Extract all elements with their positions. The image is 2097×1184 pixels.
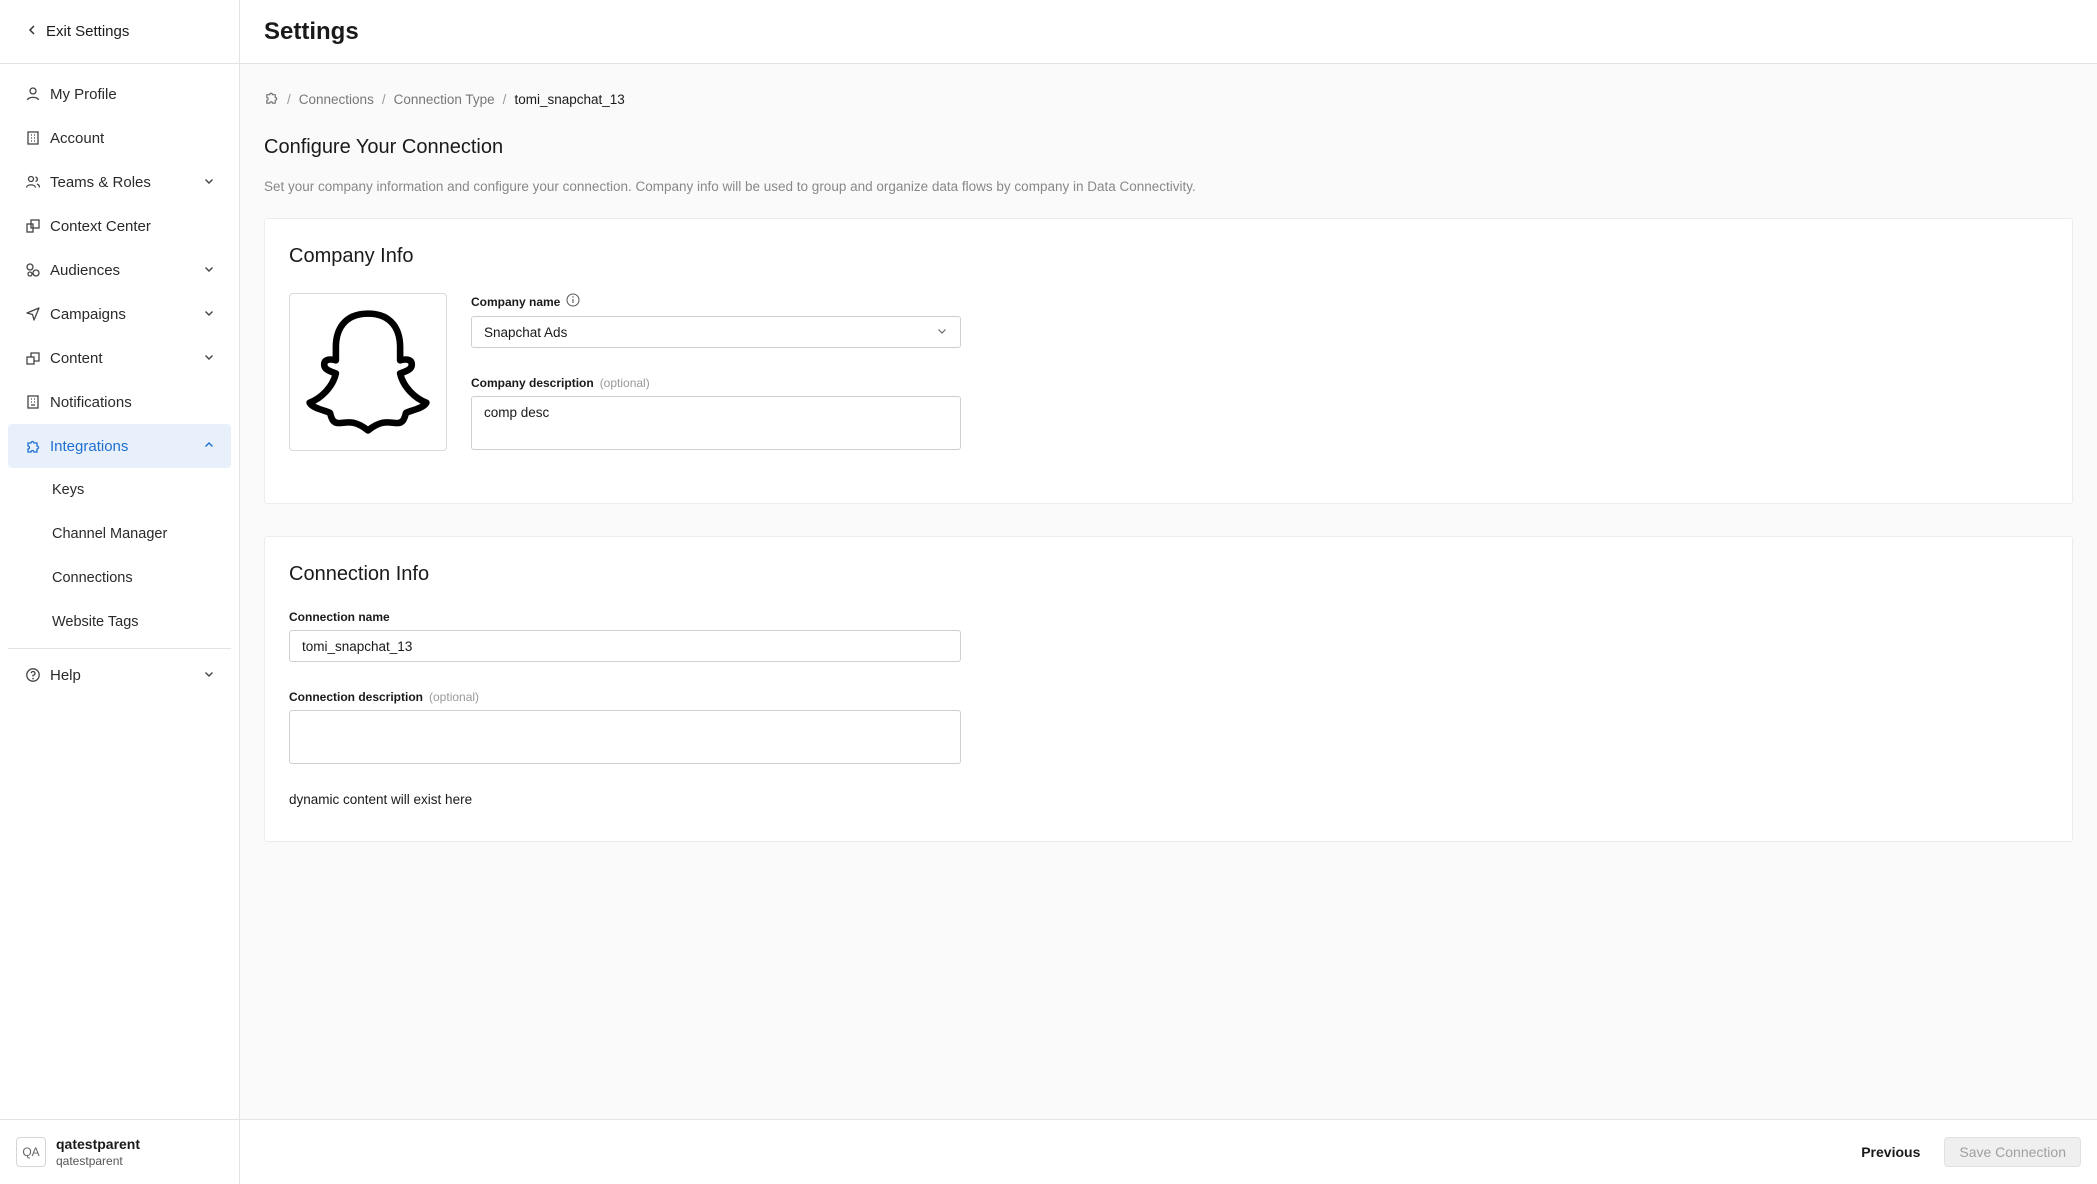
integrations-icon[interactable] (264, 90, 279, 108)
breadcrumb-separator: / (502, 91, 507, 107)
sidebar-subitem-channel-manager[interactable]: Channel Manager (0, 512, 239, 556)
exit-settings-label: Exit Settings (46, 23, 130, 40)
sidebar-item-account[interactable]: Account (8, 116, 231, 160)
company-name-label: Company name (471, 293, 961, 310)
sidebar-item-label: Audiences (50, 261, 121, 279)
dynamic-content-note: dynamic content will exist here (289, 792, 473, 807)
breadcrumb-link-connection-type[interactable]: Connection Type (394, 92, 495, 107)
connection-description-label-text: Connection description (289, 690, 424, 704)
chevron-down-icon (203, 306, 215, 323)
sidebar-item-audiences[interactable]: Audiences (8, 248, 231, 292)
sidebar-subitem-label: Channel Manager (52, 526, 168, 542)
sidebar: Exit Settings My Profile Account Teams &… (0, 0, 240, 1184)
sidebar-item-label: Notifications (50, 393, 132, 411)
chevron-down-icon (203, 350, 215, 367)
sidebar-subitem-label: Keys (52, 482, 85, 498)
sidebar-item-label: Context Center (50, 217, 151, 235)
exit-settings-button[interactable]: Exit Settings (0, 0, 239, 64)
sidebar-item-label: Content (50, 349, 103, 367)
send-icon (24, 305, 42, 323)
user-org: qatestparent (56, 1154, 123, 1168)
sidebar-subitem-keys[interactable]: Keys (0, 468, 239, 512)
company-description-label: Company description (optional) (471, 376, 961, 390)
settings-nav: My Profile Account Teams & Roles Context… (0, 64, 239, 697)
breadcrumb-separator: / (287, 91, 291, 107)
audiences-icon (24, 261, 42, 279)
sidebar-item-label: Campaigns (50, 305, 126, 323)
sidebar-item-label: Account (50, 129, 105, 147)
sidebar-item-label: Help (50, 666, 81, 684)
company-description-textarea[interactable]: comp desc (471, 396, 961, 450)
company-description-label-text: Company description (471, 376, 594, 390)
sidebar-subitem-label: Connections (52, 570, 133, 586)
breadcrumb-link-connections[interactable]: Connections (299, 92, 374, 107)
integrations-icon (24, 437, 42, 455)
sidebar-item-context-center[interactable]: Context Center (8, 204, 231, 248)
sidebar-item-integrations[interactable]: Integrations (8, 424, 231, 468)
sidebar-item-teams-roles[interactable]: Teams & Roles (8, 160, 231, 204)
sidebar-item-label: My Profile (50, 85, 117, 103)
connection-name-input[interactable]: tomi_snapchat_13 (289, 630, 961, 662)
breadcrumb-current: tomi_snapchat_13 (514, 91, 625, 107)
connection-info-card: Connection Info Connection name tomi_sna… (264, 536, 2073, 842)
sidebar-item-help[interactable]: Help (8, 653, 231, 697)
users-icon (24, 173, 42, 191)
optional-tag: (optional) (429, 690, 480, 704)
company-info-card: Company Info Company name Snapchat Ads C… (264, 218, 2073, 504)
chevron-left-icon (26, 23, 38, 41)
chevron-up-icon (203, 438, 215, 455)
help-icon (24, 666, 42, 684)
sidebar-subitem-label: Website Tags (52, 614, 139, 630)
chevron-down-icon (203, 174, 215, 191)
building-icon (24, 129, 42, 147)
page-description: Set your company information and configu… (264, 179, 1196, 194)
sidebar-item-campaigns[interactable]: Campaigns (8, 292, 231, 336)
connection-description-label: Connection description (optional) (289, 690, 2048, 704)
connection-name-label: Connection name (289, 610, 2048, 624)
connection-description-textarea[interactable] (289, 710, 961, 764)
user-account[interactable]: QA qatestparent qatestparent (0, 1119, 239, 1184)
connection-name-label-text: Connection name (289, 610, 390, 624)
chevron-down-icon (203, 667, 215, 684)
page-title: Configure Your Connection (264, 136, 504, 158)
user-icon (24, 85, 42, 103)
chevron-down-icon (203, 262, 215, 279)
sidebar-subitem-connections[interactable]: Connections (0, 556, 239, 600)
sidebar-item-notifications[interactable]: Notifications (8, 380, 231, 424)
info-icon[interactable] (566, 293, 580, 310)
sidebar-item-label: Teams & Roles (50, 173, 151, 191)
main-content: / Connections / Connection Type / tomi_s… (240, 64, 2097, 1119)
page-header-title: Settings (264, 17, 359, 45)
chevron-down-icon (936, 325, 948, 340)
sidebar-subitem-website-tags[interactable]: Website Tags (0, 600, 239, 644)
save-connection-button[interactable]: Save Connection (1944, 1137, 2081, 1167)
context-icon (24, 217, 42, 235)
breadcrumb: / Connections / Connection Type / tomi_s… (264, 90, 2073, 108)
topbar: Settings (240, 0, 2097, 64)
content-icon (24, 349, 42, 367)
company-name-select[interactable]: Snapchat Ads (471, 316, 961, 348)
previous-button[interactable]: Previous (1861, 1144, 1920, 1160)
breadcrumb-separator: / (381, 91, 386, 107)
nav-divider (8, 648, 231, 649)
company-logo[interactable] (289, 293, 447, 451)
notifications-icon (24, 393, 42, 411)
company-name-value: Snapchat Ads (484, 324, 568, 340)
footer-actions: Previous Save Connection (240, 1119, 2097, 1184)
snapchat-ghost-icon (306, 310, 430, 434)
connection-info-heading: Connection Info (289, 563, 430, 585)
optional-tag: (optional) (599, 376, 650, 390)
sidebar-item-label: Integrations (50, 437, 129, 455)
company-name-label-text: Company name (471, 294, 561, 309)
avatar: QA (16, 1137, 46, 1167)
user-name: qatestparent (56, 1136, 141, 1152)
company-info-heading: Company Info (289, 245, 414, 267)
sidebar-item-content[interactable]: Content (8, 336, 231, 380)
sidebar-item-my-profile[interactable]: My Profile (8, 72, 231, 116)
